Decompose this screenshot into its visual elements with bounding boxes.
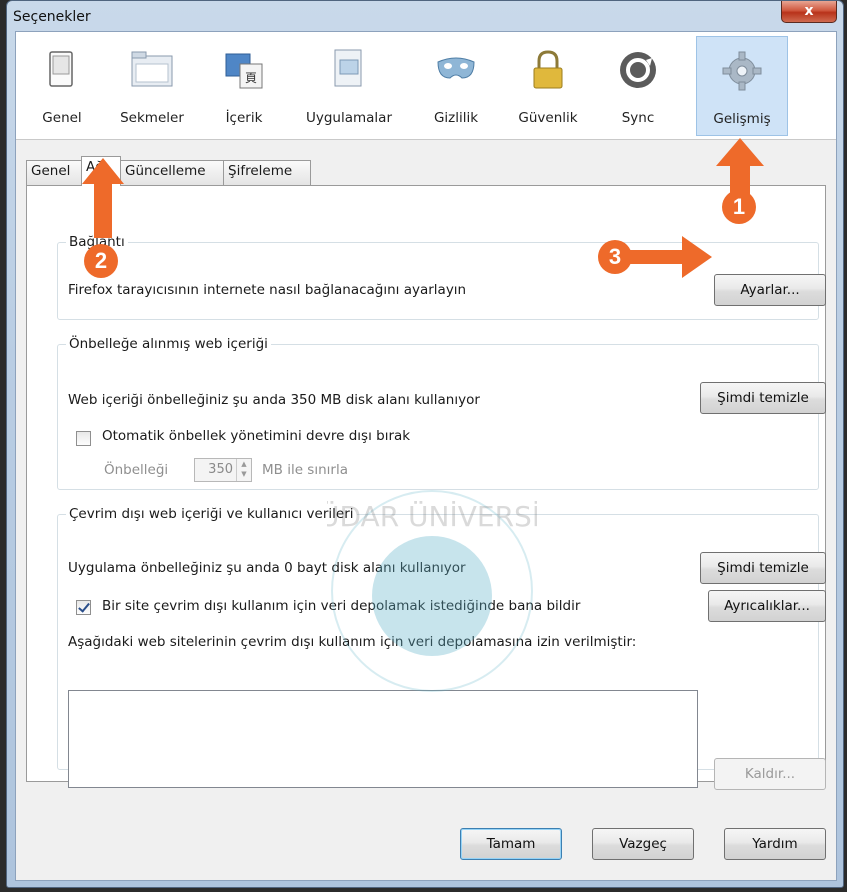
offline-clear-button[interactable]: Şimdi temizle: [700, 552, 826, 584]
tab-update[interactable]: Güncelleme: [120, 160, 224, 185]
tab-encryption[interactable]: Şifreleme: [223, 160, 311, 185]
offline-group: Çevrim dışı web içeriği ve kullanıcı ver…: [57, 506, 826, 790]
offline-legend: Çevrim dışı web içeriği ve kullanıcı ver…: [69, 506, 354, 522]
cache-override-label[interactable]: Otomatik önbellek yönetimini devre dışı …: [102, 428, 410, 444]
window-title: Seçenekler: [13, 9, 91, 25]
pane-sync[interactable]: Sync: [598, 36, 678, 136]
cache-limit-value: 350: [208, 462, 233, 477]
pane-label: Uygulamalar: [305, 110, 393, 126]
content-image-icon: 頁: [225, 53, 263, 89]
close-button[interactable]: x: [781, 1, 837, 23]
cache-override-checkbox[interactable]: [76, 431, 91, 446]
offline-usage-text: Uygulama önbelleğiniz şu anda 0 bayt dis…: [68, 560, 466, 576]
pane-advanced[interactable]: Gelişmiş: [696, 36, 788, 136]
sync-icon: [620, 52, 656, 88]
pane-tabs[interactable]: Sekmeler: [102, 36, 202, 136]
cache-clear-button[interactable]: Şimdi temizle: [700, 382, 826, 414]
gear-icon: [722, 51, 762, 91]
cache-limit-unit: MB ile sınırla: [262, 462, 348, 478]
help-button[interactable]: Yardım: [724, 828, 826, 860]
annotation-badge-3: 3: [598, 240, 632, 274]
ok-button[interactable]: Tamam: [460, 828, 562, 860]
cache-group: Önbelleğe alınmış web içeriği Web içeriğ…: [57, 336, 826, 490]
offline-remove-button[interactable]: Kaldır...: [714, 758, 826, 790]
cancel-button[interactable]: Vazgeç: [592, 828, 694, 860]
annotation-arrow-right-3: [630, 236, 712, 278]
offline-sites-list[interactable]: [68, 690, 698, 788]
pane-content[interactable]: 頁 İçerik: [204, 36, 284, 136]
pane-applications[interactable]: Uygulamalar: [286, 36, 412, 136]
pane-label: Sync: [621, 110, 655, 126]
connection-settings-button[interactable]: Ayarlar...: [714, 274, 826, 306]
cache-limit-spinner: 350 ▲ ▼: [194, 458, 252, 482]
pane-privacy[interactable]: Gizlilik: [414, 36, 498, 136]
tab-general[interactable]: Genel: [26, 160, 82, 185]
annotation-arrow-up-2: [82, 158, 124, 238]
spin-arrows-icon: ▲ ▼: [236, 459, 251, 481]
switch-icon: [49, 51, 73, 87]
annotation-badge-2: 2: [84, 244, 118, 278]
pane-label: Gelişmiş: [713, 111, 771, 127]
cache-legend: Önbelleğe alınmış web içeriği: [69, 336, 268, 352]
pane-label: Genel: [42, 110, 82, 126]
pane-general[interactable]: Genel: [24, 36, 100, 136]
pane-label: Sekmeler: [120, 110, 184, 126]
annotation-badge-1: 1: [722, 190, 756, 224]
cache-limit-label: Önbelleği: [104, 462, 169, 478]
applications-icon: [334, 49, 362, 87]
pane-label: Güvenlik: [518, 110, 578, 126]
offline-notify-checkbox[interactable]: [76, 600, 91, 615]
pane-label: Gizlilik: [433, 110, 479, 126]
title-bar[interactable]: Seçenekler x: [7, 1, 843, 35]
options-window: Seçenekler x Genel Sekmeler 頁 İçerik Uyg…: [6, 0, 844, 888]
connection-description: Firefox tarayıcısının internete nasıl ba…: [68, 282, 467, 298]
svg-text:頁: 頁: [245, 71, 257, 85]
padlock-icon: [533, 50, 563, 89]
tabs-folder-icon: [131, 51, 173, 87]
offline-exceptions-button[interactable]: Ayrıcalıklar...: [708, 590, 826, 622]
cache-usage-text: Web içeriği önbelleğiniz şu anda 350 MB …: [68, 392, 480, 408]
privacy-mask-icon: [437, 57, 475, 79]
pane-security[interactable]: Güvenlik: [500, 36, 596, 136]
pane-label: İçerik: [225, 110, 263, 126]
offline-notify-label[interactable]: Bir site çevrim dışı kullanım için veri …: [102, 598, 580, 614]
pane-toolbar: Genel Sekmeler 頁 İçerik Uygulamalar Gizl…: [16, 32, 836, 140]
offline-allowed-label: Aşağıdaki web sitelerinin çevrim dışı ku…: [68, 634, 637, 650]
